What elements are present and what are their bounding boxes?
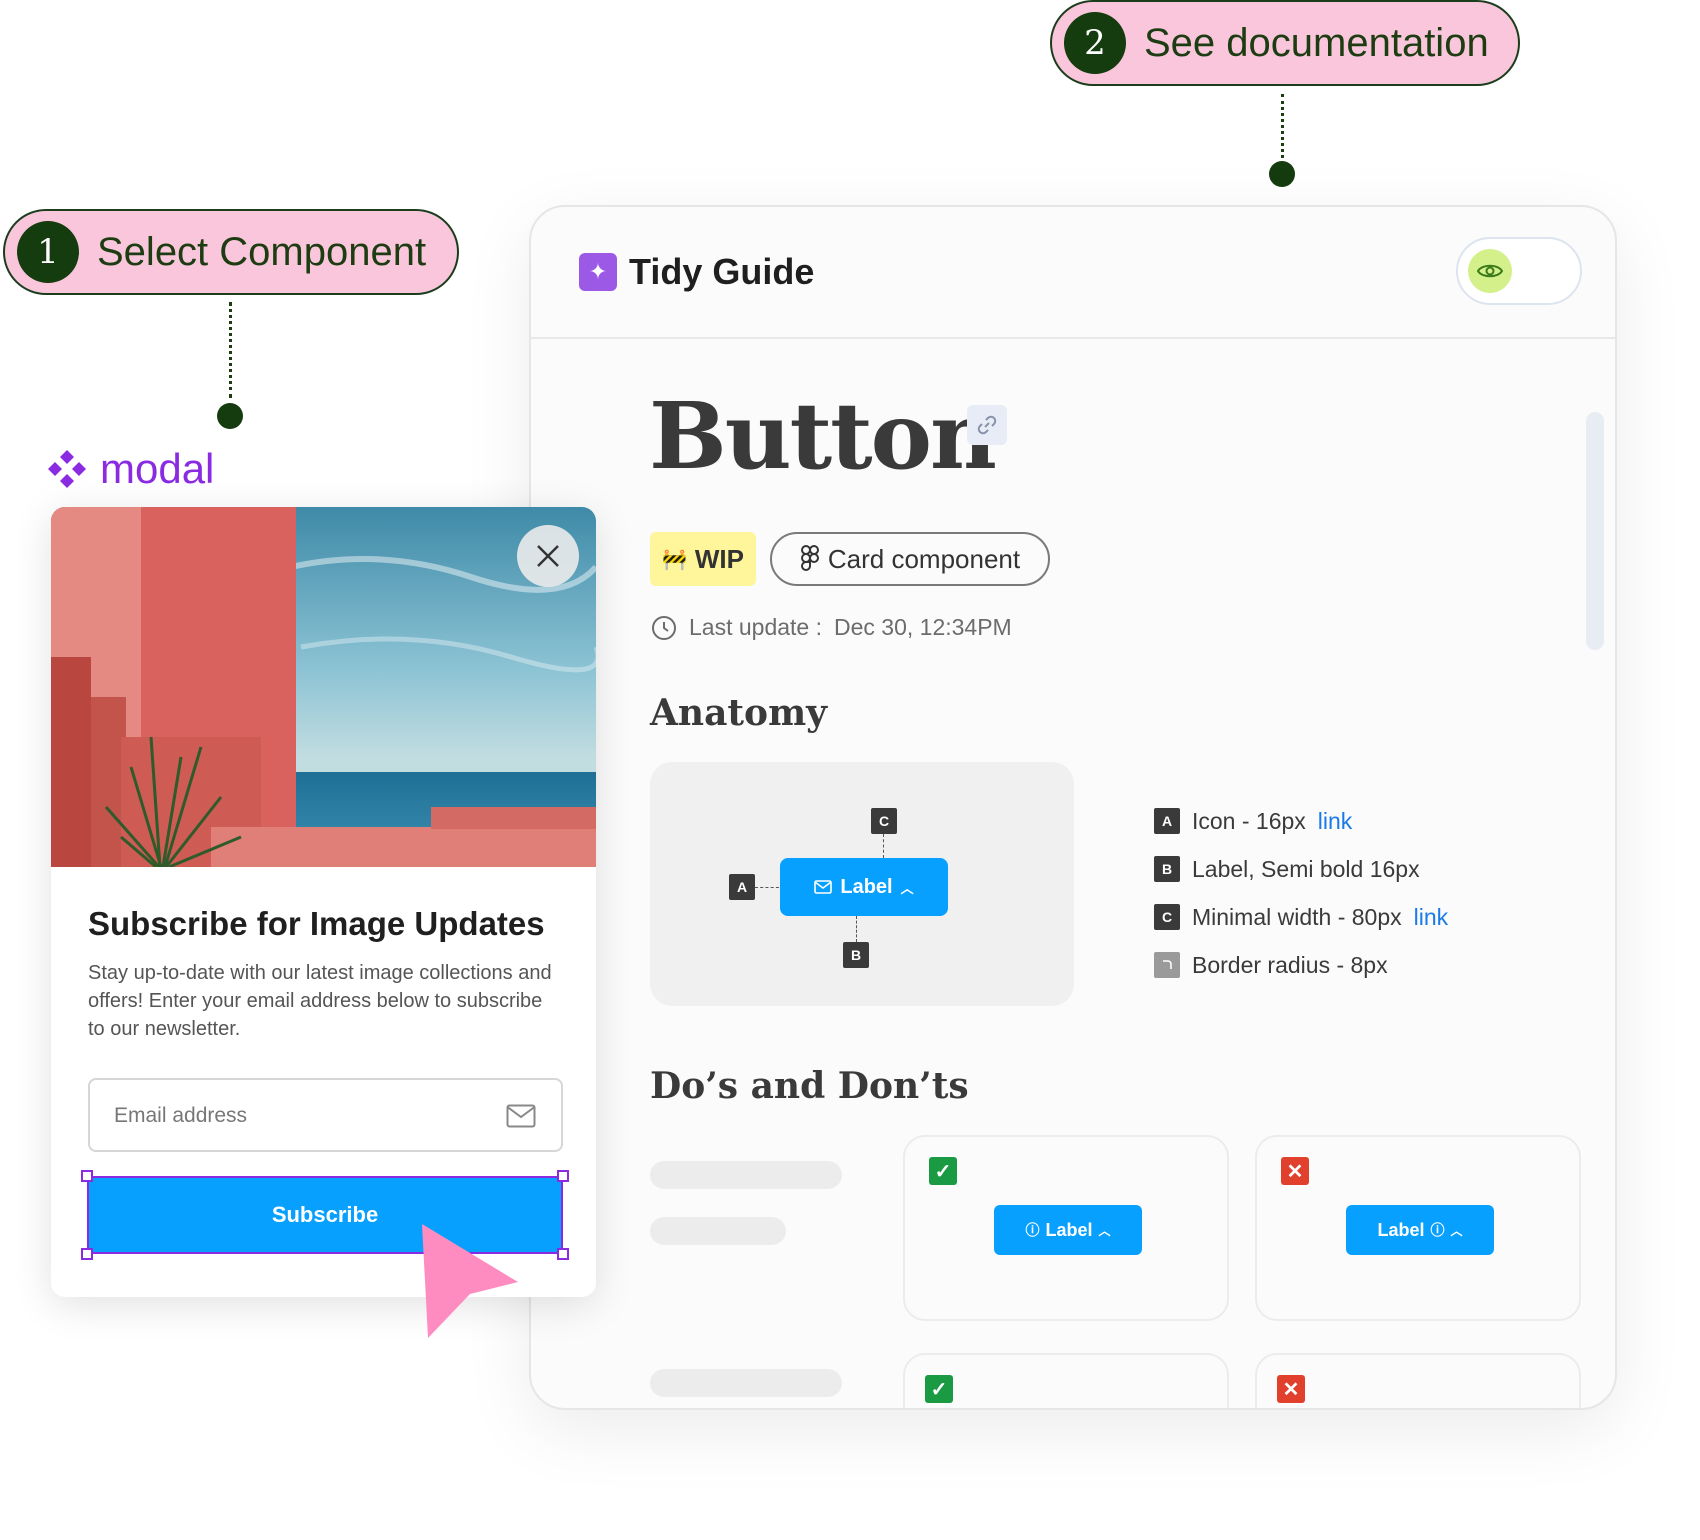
- component-title: Button: [649, 382, 997, 490]
- email-input[interactable]: [112, 1100, 496, 1132]
- spec-item: Border radius - 8px: [1154, 941, 1448, 989]
- spec-text: Border radius - 8px: [1192, 951, 1388, 978]
- panel-header: ✦ Tidy Guide: [531, 207, 1615, 339]
- selection-handle[interactable]: [557, 1170, 569, 1182]
- marker-b-line: [856, 916, 857, 942]
- check-icon: ✓: [925, 1375, 953, 1403]
- figma-icon: [800, 545, 819, 571]
- step-1-label: Select Component: [97, 229, 427, 274]
- link-icon[interactable]: [967, 405, 1007, 445]
- last-update: Last update : Dec 30, 12:34PM: [651, 614, 1012, 641]
- mail-icon: [814, 880, 833, 894]
- component-tag: modal: [46, 445, 214, 493]
- spec-marker: B: [1154, 856, 1180, 882]
- email-field[interactable]: [88, 1078, 563, 1152]
- dos-donts-heading: Do’s and Don’ts: [650, 1065, 969, 1107]
- selection-handle[interactable]: [557, 1248, 569, 1260]
- spec-text: Label, Semi bold 16px: [1192, 855, 1420, 882]
- scrollbar[interactable]: [1586, 412, 1604, 650]
- anatomy-heading: Anatomy: [650, 692, 828, 734]
- close-icon: [537, 545, 559, 567]
- do-example-card: ✓ ⓘ Label ︿: [903, 1135, 1229, 1321]
- selection-handle[interactable]: [81, 1248, 93, 1260]
- chevron-up-icon: ︿: [900, 880, 914, 896]
- marker-c-line: [883, 834, 884, 858]
- subscribe-button-label: Subscribe: [271, 1202, 379, 1227]
- spec-link[interactable]: link: [1318, 808, 1353, 835]
- step-2-number: 2: [1064, 12, 1126, 74]
- do-example-card: ✓: [903, 1353, 1229, 1408]
- sparkle-icon: ✦: [579, 253, 617, 291]
- step-2-anchor-dot: [1269, 161, 1295, 187]
- last-update-label: Last update :: [689, 614, 822, 640]
- do-example-button-label: Label: [1045, 1219, 1093, 1240]
- selection-handle[interactable]: [81, 1170, 93, 1182]
- hero-image: [51, 507, 596, 867]
- spec-item: A Icon - 16px link: [1154, 797, 1448, 845]
- brand: ✦ Tidy Guide: [579, 251, 814, 293]
- border-radius-icon: [1154, 952, 1180, 978]
- marker-b: B: [843, 942, 869, 968]
- figma-component-link[interactable]: Card component: [770, 532, 1050, 586]
- step-1-pill[interactable]: 1 Select Component: [3, 209, 459, 295]
- anatomy-diagram: C A Label ︿ B: [650, 762, 1074, 1006]
- anatomy-spec-list: A Icon - 16px link B Label, Semi bold 16…: [1154, 797, 1448, 989]
- check-icon: ✓: [929, 1157, 957, 1185]
- spec-text: Icon - 16px: [1192, 807, 1306, 834]
- anatomy-button-label: Label: [840, 875, 893, 898]
- dont-example-button: Label ⓘ ︿: [1346, 1205, 1494, 1255]
- mail-icon: [506, 1104, 536, 1128]
- clock-icon: [652, 615, 676, 640]
- spec-link[interactable]: link: [1414, 904, 1449, 931]
- help-icon: ⓘ: [1430, 1222, 1445, 1238]
- spec-item: B Label, Semi bold 16px: [1154, 845, 1448, 893]
- spec-marker: C: [1154, 904, 1180, 930]
- tidy-guide-panel: ✦ Tidy Guide Button 🚧 WIP Card component…: [529, 205, 1617, 1410]
- last-update-value: Dec 30, 12:34PM: [834, 614, 1012, 640]
- step-2-connector: [1281, 94, 1284, 158]
- do-example-button: ⓘ Label ︿: [994, 1205, 1142, 1255]
- construction-icon: 🚧: [661, 548, 687, 571]
- dont-example-card: ✕: [1255, 1353, 1581, 1408]
- step-1-connector: [229, 302, 232, 398]
- step-1-number: 1: [17, 221, 79, 283]
- subscribe-modal: Subscribe for Image Updates Stay up-to-d…: [51, 507, 596, 1297]
- step-2-label: See documentation: [1144, 20, 1489, 65]
- brand-name: Tidy Guide: [629, 251, 815, 292]
- figma-component-label: Card component: [827, 543, 1021, 574]
- placeholder-line: [650, 1369, 842, 1397]
- spec-item: C Minimal width - 80px link: [1154, 893, 1448, 941]
- modal-description: Stay up-to-date with our latest image co…: [88, 962, 552, 1040]
- component-icon: [48, 450, 86, 488]
- marker-c: C: [871, 808, 897, 834]
- step-1-anchor-dot: [217, 403, 243, 429]
- cursor-arrow-icon: [422, 1224, 518, 1338]
- chevron-up-icon: ︿: [1098, 1223, 1111, 1238]
- modal-title: Subscribe for Image Updates: [88, 905, 545, 942]
- eye-icon: [1468, 249, 1512, 293]
- placeholder-line: [650, 1161, 842, 1189]
- close-button[interactable]: [517, 525, 579, 587]
- spec-marker: A: [1154, 808, 1180, 834]
- cross-icon: ✕: [1281, 1157, 1309, 1185]
- dont-example-card: ✕ Label ⓘ ︿: [1255, 1135, 1581, 1321]
- placeholder-line: [650, 1217, 786, 1245]
- preview-toggle[interactable]: [1456, 237, 1582, 305]
- component-tag-label: modal: [100, 445, 215, 492]
- chevron-up-icon: ︿: [1450, 1223, 1463, 1238]
- step-2-pill[interactable]: 2 See documentation: [1050, 0, 1520, 86]
- help-icon: ⓘ: [1025, 1222, 1040, 1238]
- status-badge: 🚧 WIP: [650, 532, 756, 586]
- status-badge-label: WIP: [694, 543, 744, 574]
- dont-example-button-label: Label: [1377, 1219, 1425, 1240]
- anatomy-example-button: Label ︿: [780, 858, 948, 916]
- cross-icon: ✕: [1277, 1375, 1305, 1403]
- marker-a: A: [729, 874, 755, 900]
- spec-text: Minimal width - 80px: [1192, 903, 1402, 930]
